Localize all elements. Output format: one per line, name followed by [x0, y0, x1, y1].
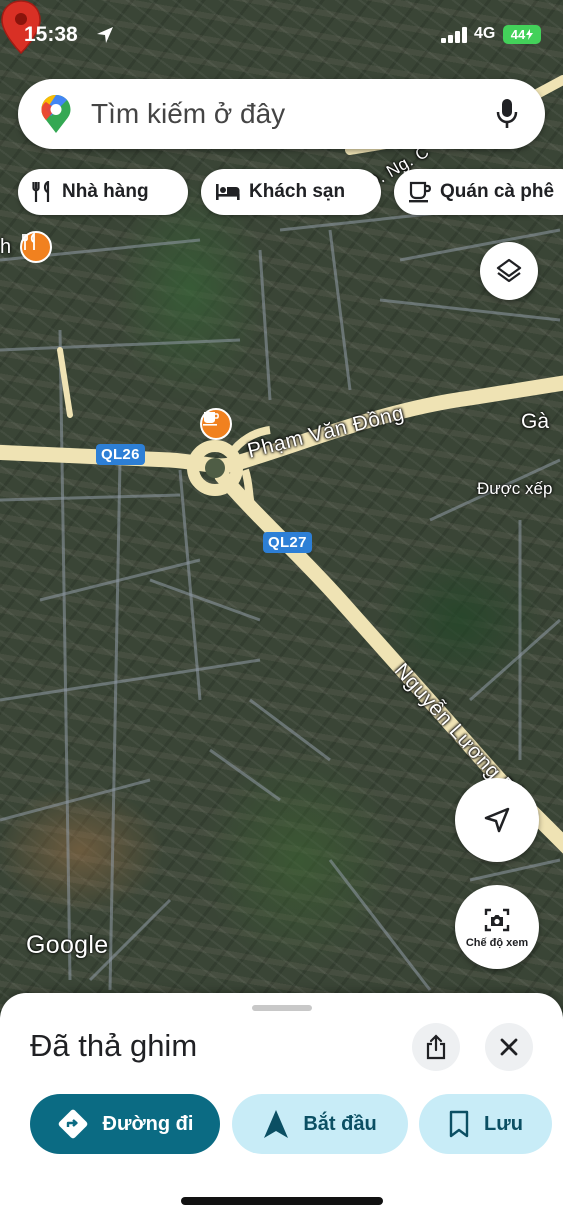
- camera-view-icon: [484, 908, 510, 931]
- directions-label: Đường đi: [102, 1112, 194, 1135]
- view-mode-button[interactable]: Chế độ xem: [455, 885, 539, 969]
- road-shield-ql26: QL26: [96, 444, 145, 465]
- bookmark-icon: [449, 1110, 469, 1138]
- start-navigation-button[interactable]: Bắt đầu: [232, 1094, 408, 1154]
- place-bottom-sheet[interactable]: Đã thả ghim Đường đi Bắt đầu Lưu: [0, 993, 563, 1218]
- share-button[interactable]: [412, 1023, 460, 1071]
- restaurant-poi-marker[interactable]: [20, 231, 52, 263]
- chip-cafes[interactable]: Quán cà phê: [394, 169, 563, 215]
- road-shield-ql27: QL27: [263, 532, 312, 553]
- start-label: Bắt đầu: [303, 1112, 377, 1135]
- close-button[interactable]: [485, 1023, 533, 1071]
- chip-restaurants[interactable]: Nhà hàng: [18, 169, 188, 215]
- charging-bolt-icon: [526, 29, 534, 40]
- directions-icon: [58, 1109, 87, 1139]
- navigation-arrow-icon: [264, 1110, 289, 1138]
- status-bar: 15:38 4G 44: [0, 0, 563, 66]
- chip-label: Quán cà phê: [440, 181, 555, 202]
- save-button[interactable]: Lưu: [419, 1094, 552, 1154]
- status-time: 15:38: [24, 23, 78, 46]
- chip-label: Nhà hàng: [62, 181, 149, 202]
- view-mode-label: Chế độ xem: [465, 936, 529, 949]
- satellite-map[interactable]: QL26 QL27 Phạm Văn Đồng Nguyễn Lương Bằn…: [0, 0, 563, 1010]
- coffee-icon: [409, 181, 431, 203]
- microphone-icon[interactable]: [496, 98, 518, 130]
- coffee-cup-icon: [203, 412, 219, 426]
- battery-level: 44: [510, 27, 526, 42]
- directions-button[interactable]: Đường đi: [30, 1094, 220, 1154]
- search-input[interactable]: Tìm kiếm ở đây: [91, 98, 285, 130]
- layers-icon: [496, 258, 522, 283]
- google-maps-logo-icon: [41, 95, 71, 133]
- battery-icon: 44: [503, 25, 541, 44]
- place-label-ga: Gà: [521, 410, 550, 433]
- cafe-poi-marker[interactable]: [200, 408, 232, 440]
- chip-hotels[interactable]: Khách sạn: [201, 169, 381, 215]
- google-attribution: Google: [26, 931, 109, 959]
- hotel-icon: [216, 184, 240, 200]
- search-bar[interactable]: Tìm kiếm ở đây: [18, 79, 545, 149]
- location-services-icon: [97, 27, 113, 43]
- sheet-drag-handle[interactable]: [252, 1005, 312, 1011]
- cellular-signal-icon: [441, 27, 467, 43]
- place-label-edge: h: [0, 236, 12, 258]
- chip-label: Khách sạn: [249, 181, 346, 202]
- my-location-button[interactable]: [455, 778, 539, 862]
- share-icon: [426, 1034, 446, 1060]
- fork-knife-icon: [22, 233, 35, 250]
- network-type: 4G: [474, 25, 496, 42]
- save-label: Lưu: [484, 1112, 523, 1135]
- map-layers-button[interactable]: [480, 242, 538, 300]
- place-label-duoc-xep: Được xếp: [477, 479, 553, 498]
- sheet-title: Đã thả ghim: [30, 1028, 198, 1063]
- navigation-arrow-outline-icon: [484, 807, 510, 833]
- close-icon: [500, 1038, 518, 1056]
- restaurant-icon: [32, 181, 50, 202]
- home-indicator[interactable]: [181, 1197, 383, 1205]
- road-network: [0, 75, 563, 991]
